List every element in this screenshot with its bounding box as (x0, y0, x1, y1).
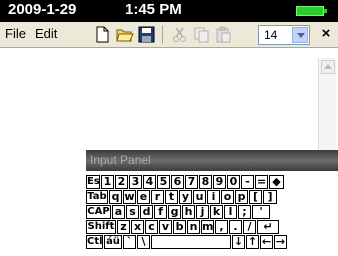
key-s[interactable]: s (126, 205, 139, 219)
key-backslash[interactable]: \ (137, 235, 150, 249)
battery-icon[interactable] (296, 6, 327, 16)
key-esc[interactable]: Esc (86, 175, 100, 189)
key-3[interactable]: 3 (129, 175, 142, 189)
key-f[interactable]: f (154, 205, 167, 219)
key-w[interactable]: w (123, 190, 136, 204)
key-i[interactable]: i (207, 190, 220, 204)
status-time[interactable]: 1:45 PM (125, 1, 182, 18)
key-b[interactable]: b (173, 220, 186, 234)
toolbar-separator (162, 25, 163, 44)
key-semicolon[interactable]: ; (238, 205, 251, 219)
key-tab[interactable]: Tab (86, 190, 108, 204)
menu-file[interactable]: File (5, 26, 26, 41)
key-4[interactable]: 4 (143, 175, 156, 189)
key-y[interactable]: y (179, 190, 192, 204)
chevron-down-icon[interactable] (292, 27, 308, 43)
key-h[interactable]: h (182, 205, 195, 219)
key-equals[interactable]: = (255, 175, 268, 189)
key-n[interactable]: n (187, 220, 200, 234)
key-right-arrow[interactable]: → (274, 235, 287, 249)
key-a[interactable]: a (112, 205, 125, 219)
input-panel-titlebar[interactable]: Input Panel (86, 150, 338, 171)
key-6[interactable]: 6 (171, 175, 184, 189)
key-o[interactable]: o (221, 190, 234, 204)
soft-keyboard: Esc 1 2 3 4 5 6 7 8 9 0 - = ◆ Tab q w e … (86, 171, 338, 256)
font-size-value: 14 (264, 28, 278, 42)
key-p[interactable]: p (235, 190, 248, 204)
status-bar: 2009-1-29 1:45 PM (0, 0, 338, 22)
close-button[interactable]: × (318, 25, 334, 43)
key-r[interactable]: r (151, 190, 164, 204)
key-q[interactable]: q (109, 190, 122, 204)
key-space[interactable] (151, 235, 231, 249)
key-backtick[interactable]: ` (123, 235, 136, 249)
key-shift[interactable]: Shift (86, 220, 116, 234)
key-2[interactable]: 2 (115, 175, 128, 189)
key-e[interactable]: e (137, 190, 150, 204)
key-c[interactable]: c (145, 220, 158, 234)
key-ctl[interactable]: Ctl (86, 235, 103, 249)
key-k[interactable]: k (210, 205, 223, 219)
key-quote[interactable]: ' (252, 205, 270, 219)
key-j[interactable]: j (196, 205, 209, 219)
key-5[interactable]: 5 (157, 175, 170, 189)
toolbar: File Edit 14 × (0, 22, 338, 48)
key-1[interactable]: 1 (101, 175, 114, 189)
save-icon[interactable] (137, 25, 156, 44)
key-enter[interactable]: ↵ (257, 220, 279, 234)
key-minus[interactable]: - (241, 175, 254, 189)
key-period[interactable]: . (229, 220, 242, 234)
key-t[interactable]: t (165, 190, 178, 204)
key-7[interactable]: 7 (185, 175, 198, 189)
key-v[interactable]: v (159, 220, 172, 234)
key-up-arrow[interactable]: ↑ (246, 235, 259, 249)
status-date: 2009-1-29 (8, 1, 77, 18)
menu-edit[interactable]: Edit (35, 26, 57, 41)
key-caps[interactable]: CAP (86, 205, 111, 219)
key-m[interactable]: m (201, 220, 214, 234)
key-d[interactable]: d (140, 205, 153, 219)
key-backspace[interactable]: ◆ (269, 175, 284, 189)
open-folder-icon[interactable] (115, 25, 134, 44)
key-slash[interactable]: / (243, 220, 256, 234)
input-panel-title: Input Panel (90, 153, 151, 167)
font-size-select[interactable]: 14 (258, 25, 310, 45)
key-8[interactable]: 8 (199, 175, 212, 189)
key-g[interactable]: g (168, 205, 181, 219)
key-x[interactable]: x (131, 220, 144, 234)
key-accent[interactable]: áü (104, 235, 122, 249)
key-comma[interactable]: , (215, 220, 228, 234)
key-u[interactable]: u (193, 190, 206, 204)
key-down-arrow[interactable]: ↓ (232, 235, 245, 249)
key-0[interactable]: 0 (227, 175, 240, 189)
key-l[interactable]: l (224, 205, 237, 219)
key-9[interactable]: 9 (213, 175, 226, 189)
key-z[interactable]: z (117, 220, 130, 234)
scroll-up-icon[interactable] (321, 60, 335, 74)
paste-icon (214, 25, 233, 44)
key-right-bracket[interactable]: ] (263, 190, 277, 204)
key-left-arrow[interactable]: ← (260, 235, 273, 249)
new-document-icon[interactable] (93, 25, 112, 44)
copy-icon (192, 25, 211, 44)
cut-icon (170, 25, 189, 44)
key-left-bracket[interactable]: [ (249, 190, 262, 204)
